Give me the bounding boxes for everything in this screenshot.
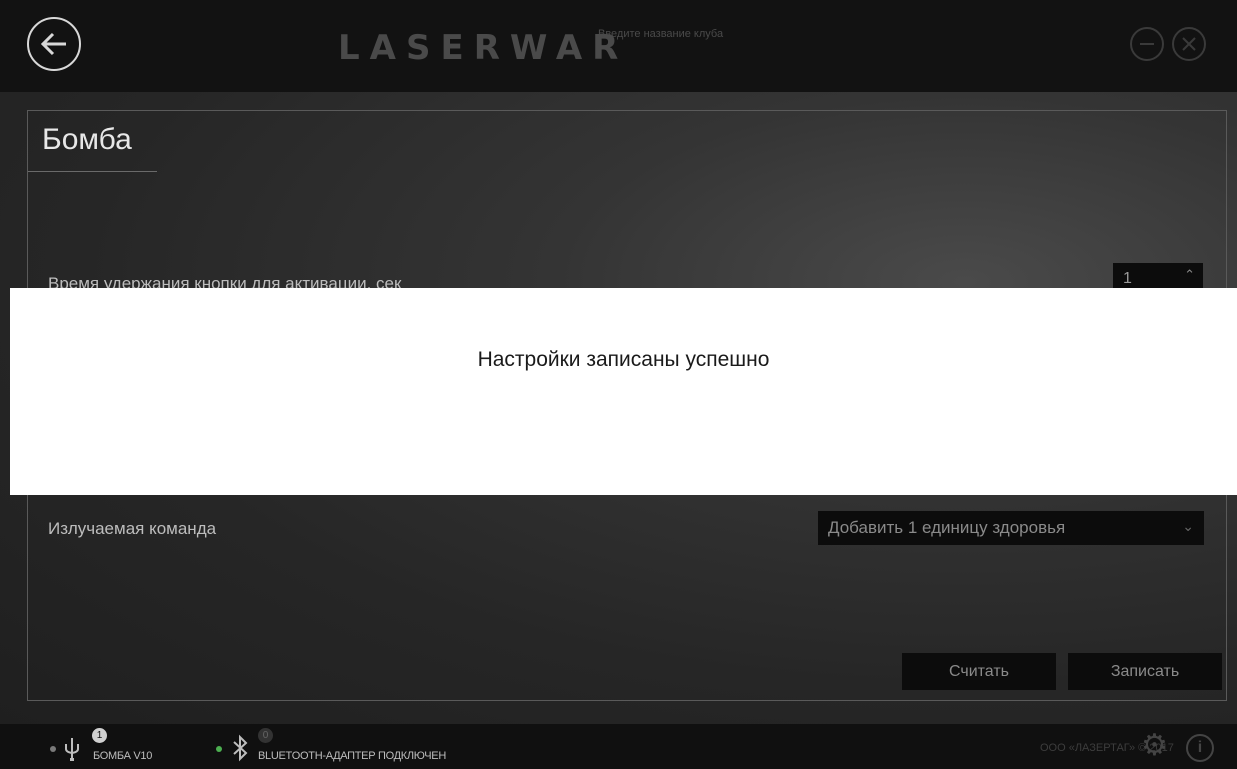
toast-message: Настройки записаны успешно [477,348,770,371]
gear-icon[interactable]: ⚙ [1141,731,1168,761]
usb-status-dot [50,746,56,752]
emitted-command-value: Добавить 1 единицу здоровья [828,518,1066,537]
success-toast: Настройки записаны успешно [10,288,1237,495]
emitted-command-label: Излучаемая команда [48,519,217,538]
chevron-up-icon[interactable]: ⌃ [1184,267,1195,283]
bluetooth-icon [233,734,248,762]
usb-icon [65,738,79,761]
info-icon[interactable]: i [1186,734,1214,762]
hold-time-value: 1 [1123,270,1132,287]
emitted-command-select[interactable]: Добавить 1 единицу здоровья ⌄ [818,511,1204,545]
minimize-button[interactable] [1130,27,1164,61]
back-arrow-icon [40,32,66,56]
minimize-icon [1140,43,1154,45]
chevron-down-icon: ⌄ [1182,518,1194,534]
bluetooth-status-dot [216,746,222,752]
close-button[interactable] [1172,27,1206,61]
status-bar: 1 БОМБА V10 0 BLUETOOTH-АДАПТЕР ПОДКЛЮЧЕ… [0,724,1237,769]
app-logo: LASERWAR [338,28,629,68]
page-title: Бомба [42,123,132,156]
back-button[interactable] [27,17,81,71]
bluetooth-status-text: BLUETOOTH-АДАПТЕР ПОДКЛЮЧЕН [258,750,446,762]
close-icon [1182,37,1196,51]
read-button[interactable]: Считать [902,653,1056,690]
usb-count-badge: 1 [92,728,107,743]
title-underline [28,171,157,172]
write-button[interactable]: Записать [1068,653,1222,690]
bluetooth-count-badge: 0 [258,728,273,743]
usb-device-name: БОМБА V10 [93,750,153,762]
club-name-input[interactable]: Введите название клуба [598,28,723,40]
title-bar: LASERWAR Введите название клуба [0,0,1237,92]
